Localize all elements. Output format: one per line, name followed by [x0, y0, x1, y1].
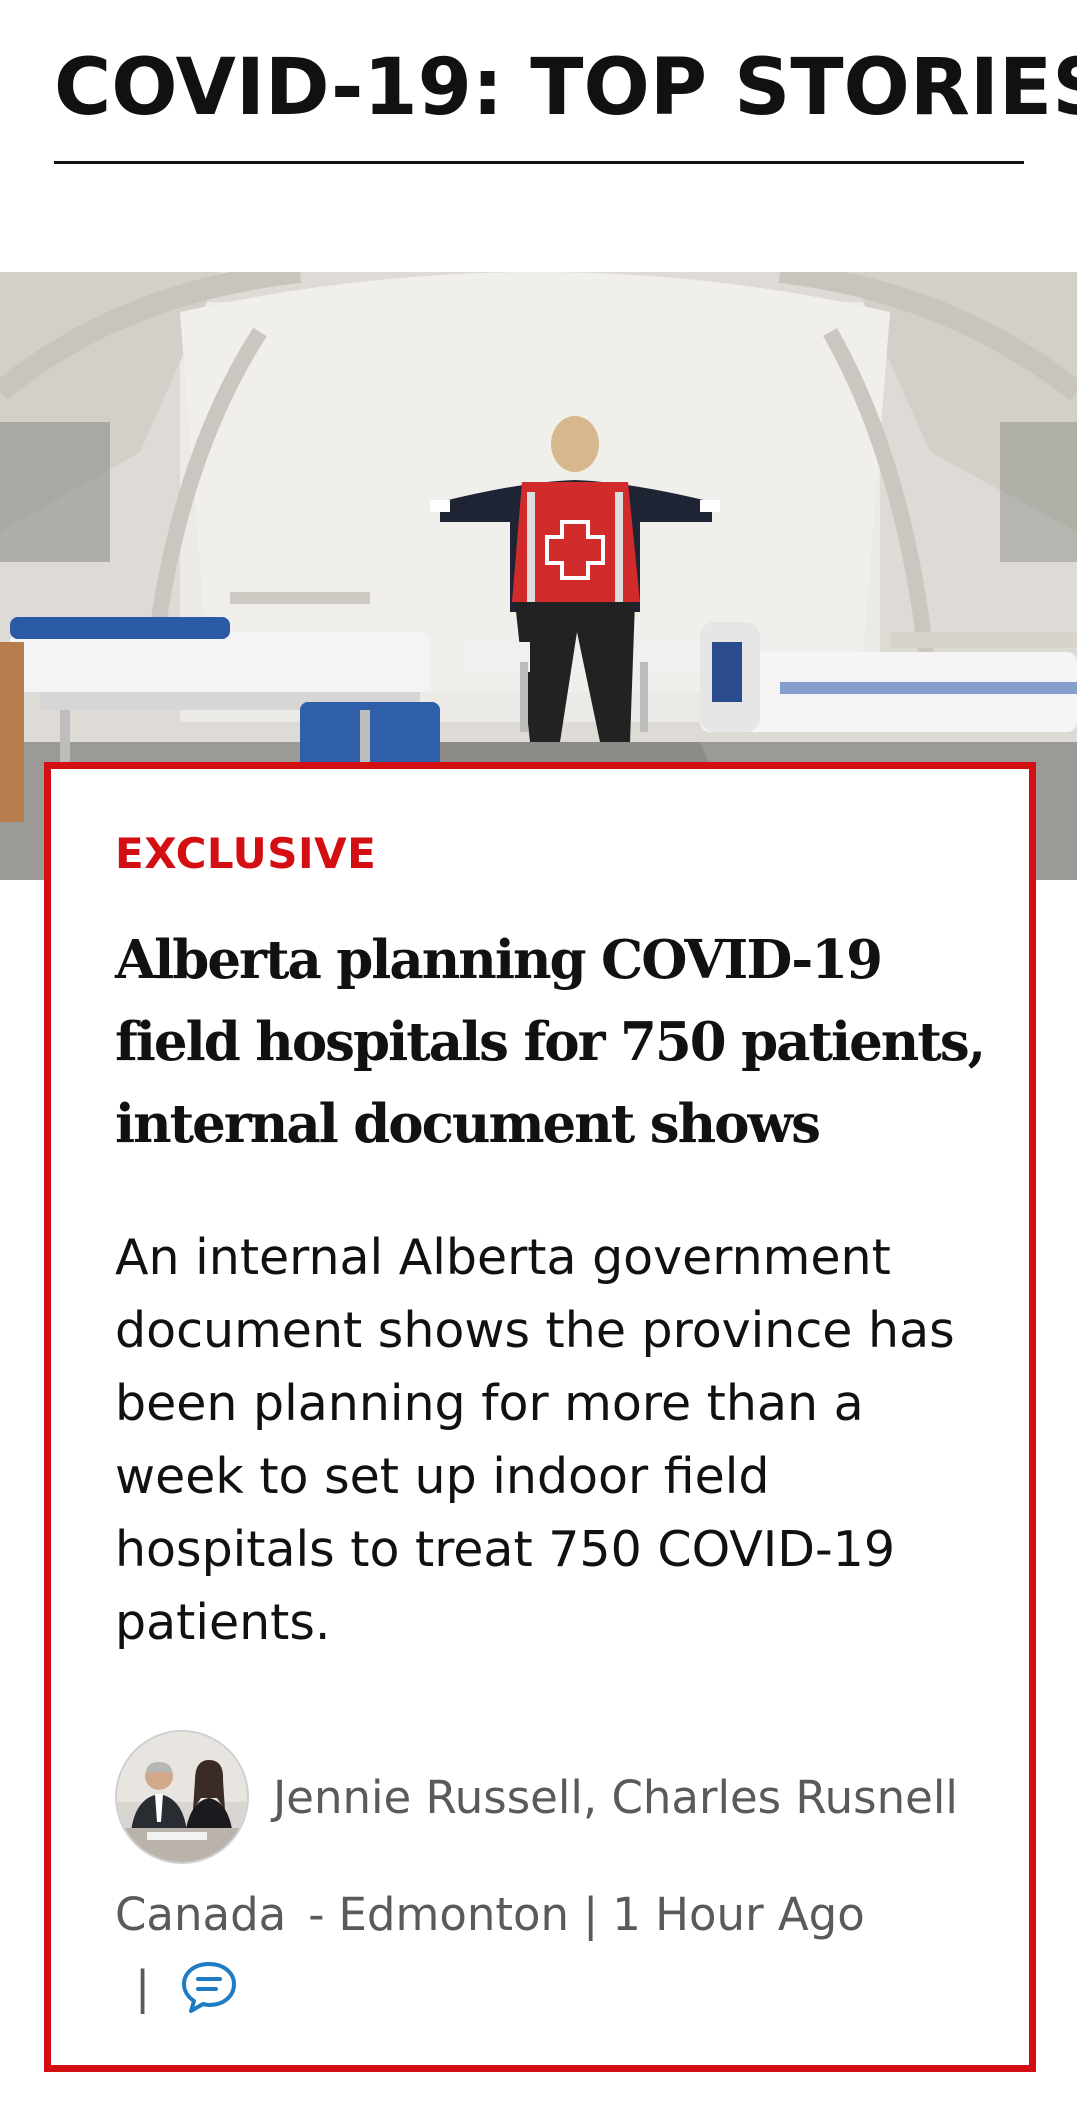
story-meta-comments: |: [115, 1957, 238, 2017]
author-avatar[interactable]: [115, 1730, 249, 1864]
comment-bubble-icon[interactable]: [180, 1959, 238, 2015]
story-summary: An internal Alberta government document …: [115, 1229, 955, 1651]
story-location: Edmonton: [338, 1888, 570, 1941]
story-category[interactable]: Canada: [115, 1885, 286, 1945]
story-meta: Canada - Edmonton | 1 Hour Ago: [115, 1885, 865, 1945]
story-kicker: EXCLUSIVE: [115, 829, 377, 878]
meta-separator: |: [583, 1888, 599, 1941]
story-headline[interactable]: Alberta planning COVID-19 field hospital…: [115, 919, 995, 1165]
section-header: COVID-19: TOP STORIES: [54, 40, 1077, 164]
story-timestamp: 1 Hour Ago: [612, 1888, 865, 1941]
story-byline: Jennie Russell, Charles Rusnell: [115, 1729, 958, 1865]
top-story-card[interactable]: EXCLUSIVE Alberta planning COVID-19 fiel…: [44, 762, 1036, 2072]
section-title: COVID-19: TOP STORIES: [54, 43, 1077, 133]
location-separator: -: [308, 1888, 325, 1941]
meta-separator-2: |: [135, 1960, 151, 2014]
author-names[interactable]: Jennie Russell, Charles Rusnell: [273, 1771, 958, 1824]
